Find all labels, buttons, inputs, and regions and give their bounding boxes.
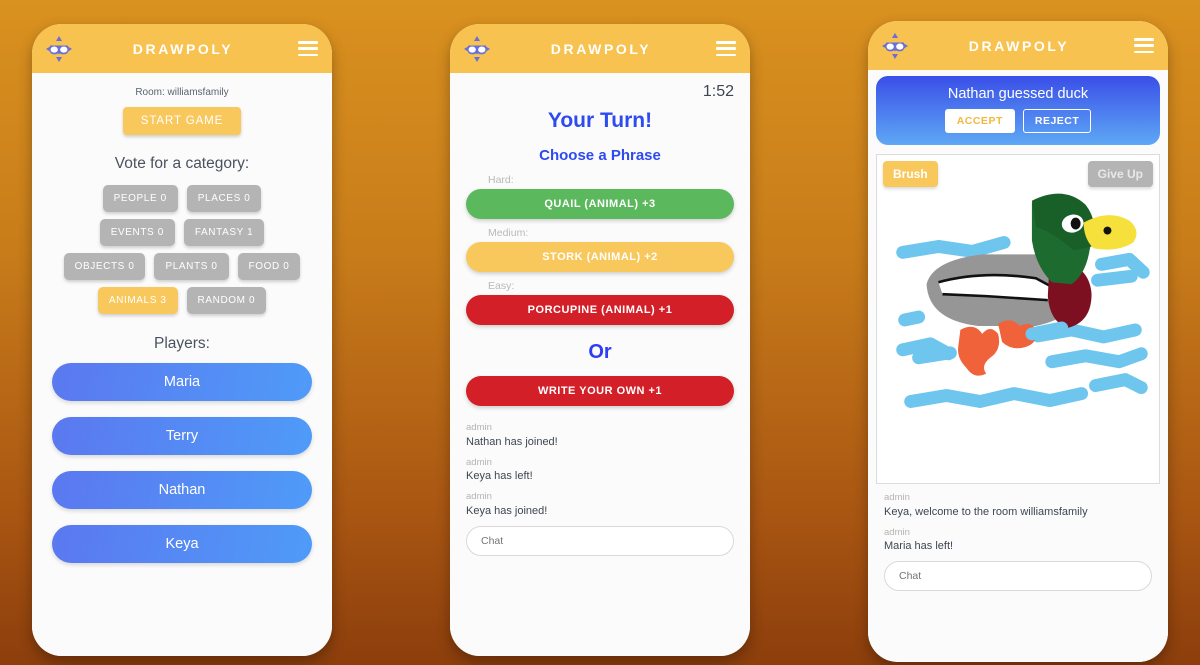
vote-title: Vote for a category: <box>114 155 250 172</box>
phones-stage: DRAWPOLY Room: williamsfamily START GAME… <box>0 0 1200 665</box>
drawing-screen: Nathan guessed duck ACCEPT REJECT Brush … <box>868 70 1168 662</box>
chat-text: Nathan has joined! <box>466 435 558 448</box>
chat-text: Keya has joined! <box>466 505 548 518</box>
player-maria[interactable]: Maria <box>52 363 312 401</box>
accept-guess-button[interactable]: ACCEPT <box>944 109 1015 133</box>
canvas-toolbar: Brush Give Up <box>883 161 1153 187</box>
phrase-option-hard[interactable]: QUAIL (ANIMAL) +3 <box>466 189 734 219</box>
app-header-2: DRAWPOLY <box>450 24 750 73</box>
category-events[interactable]: EVENTS 0 <box>99 219 175 246</box>
brush-tool-button[interactable]: Brush <box>883 161 938 187</box>
countdown-timer: 1:52 <box>702 83 734 100</box>
chat-text: Keya, welcome to the room williamsfamily <box>884 505 1088 518</box>
phone-drawing: DRAWPOLY Nathan guessed duck ACCEPT REJE… <box>868 21 1168 662</box>
category-people[interactable]: PEOPLE 0 <box>102 185 178 212</box>
drawing-canvas[interactable]: Brush Give Up <box>876 154 1160 484</box>
chat-text: Keya has left! <box>466 470 533 483</box>
category-food[interactable]: FOOD 0 <box>237 253 301 280</box>
category-row: EVENTS 0 FANTASY 1 <box>32 219 332 246</box>
chat-message: admin Maria has left! <box>884 527 1152 555</box>
phone-choose-phrase: DRAWPOLY 1:52 Your Turn! Choose a Phrase… <box>450 24 750 656</box>
drawpoly-logo-icon[interactable] <box>462 34 492 64</box>
category-grid: PEOPLE 0 PLACES 0 EVENTS 0 FANTASY 1 OBJ… <box>32 185 332 314</box>
player-terry[interactable]: Terry <box>52 417 312 455</box>
write-own-wrap: WRITE YOUR OWN +1 <box>450 376 750 406</box>
lobby-screen: Room: williamsfamily START GAME Vote for… <box>32 73 332 656</box>
your-turn-heading: Your Turn! <box>547 109 653 132</box>
chat-text: Maria has left! <box>884 540 954 553</box>
chat-messages-2: admin Nathan has joined! admin Keya has … <box>450 414 750 519</box>
category-row: PEOPLE 0 PLACES 0 <box>32 185 332 212</box>
chat-input-3[interactable] <box>884 561 1152 592</box>
chat-author: admin <box>466 456 492 468</box>
drawpoly-logo-icon[interactable] <box>880 31 910 61</box>
chat-author: admin <box>466 422 492 433</box>
chat-input-2[interactable] <box>466 525 734 556</box>
app-title: DRAWPOLY <box>132 40 234 57</box>
category-fantasy[interactable]: FANTASY 1 <box>183 219 265 246</box>
guess-text: Nathan guessed duck <box>947 86 1089 102</box>
phrase-option-medium[interactable]: STORK (ANIMAL) +2 <box>466 242 734 272</box>
chat-author: admin <box>466 491 492 503</box>
category-objects[interactable]: OBJECTS 0 <box>63 253 146 280</box>
choose-phrase-screen: 1:52 Your Turn! Choose a Phrase Hard: QU… <box>450 73 750 656</box>
category-animals[interactable]: ANIMALS 3 <box>97 287 178 314</box>
chat-author: admin <box>884 526 910 538</box>
app-header-3: DRAWPOLY <box>868 21 1168 70</box>
difficulty-label-easy: Easy: <box>488 280 515 292</box>
chat-message: admin Nathan has joined! <box>466 422 734 450</box>
or-divider-label: Or <box>588 341 612 363</box>
difficulty-label-hard: Hard: <box>488 174 514 186</box>
guess-banner: Nathan guessed duck ACCEPT REJECT <box>876 76 1160 145</box>
phone-lobby: DRAWPOLY Room: williamsfamily START GAME… <box>32 24 332 656</box>
player-nathan[interactable]: Nathan <box>52 471 312 509</box>
player-list: Maria Terry Nathan Keya <box>32 363 332 563</box>
choose-phrase-heading: Choose a Phrase <box>539 147 661 164</box>
guess-actions: ACCEPT REJECT <box>876 109 1160 133</box>
chat-message: admin Keya has left! <box>466 457 734 485</box>
category-plants[interactable]: PLANTS 0 <box>154 253 229 280</box>
app-title: DRAWPOLY <box>968 37 1070 54</box>
room-label: Room: williamsfamily <box>135 87 229 98</box>
chat-message: admin Keya has joined! <box>466 491 734 519</box>
difficulty-label-medium: Medium: <box>488 227 529 239</box>
category-places[interactable]: PLACES 0 <box>186 185 262 212</box>
reject-guess-button[interactable]: REJECT <box>1022 109 1092 133</box>
hamburger-menu-icon[interactable] <box>298 41 318 56</box>
give-up-button[interactable]: Give Up <box>1087 161 1153 187</box>
write-your-own-button[interactable]: WRITE YOUR OWN +1 <box>466 376 734 406</box>
chat-message: admin Keya, welcome to the room williams… <box>884 492 1152 520</box>
players-title: Players: <box>154 335 210 352</box>
duck-drawing <box>896 193 1150 408</box>
category-row: OBJECTS 0 PLANTS 0 FOOD 0 <box>32 253 332 280</box>
hamburger-menu-icon[interactable] <box>1134 38 1154 53</box>
start-game-button[interactable]: START GAME <box>122 107 242 135</box>
chat-messages-3: admin Keya, welcome to the room williams… <box>868 484 1168 554</box>
chat-author: admin <box>884 492 910 503</box>
drawpoly-logo-icon[interactable] <box>44 34 74 64</box>
app-title: DRAWPOLY <box>550 40 652 57</box>
phrase-option-easy[interactable]: PORCUPINE (ANIMAL) +1 <box>466 295 734 325</box>
player-keya[interactable]: Keya <box>52 525 312 563</box>
app-header-1: DRAWPOLY <box>32 24 332 73</box>
category-random[interactable]: RANDOM 0 <box>186 287 267 314</box>
hamburger-menu-icon[interactable] <box>716 41 736 56</box>
category-row: ANIMALS 3 RANDOM 0 <box>32 287 332 314</box>
phrase-options: Hard: QUAIL (ANIMAL) +3 Medium: STORK (A… <box>450 174 750 325</box>
